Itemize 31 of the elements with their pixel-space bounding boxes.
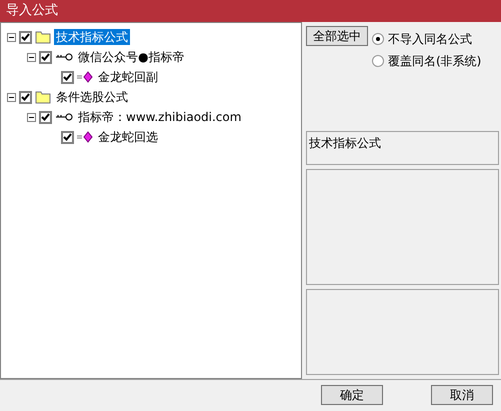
tree-item[interactable]: 金龙蛇回选 [96,129,160,145]
key-icon [55,53,73,61]
collapse-icon[interactable] [27,52,36,62]
checkbox[interactable] [61,130,74,144]
tree-item[interactable]: 条件选股公式 [54,89,130,105]
checkbox[interactable] [39,110,52,124]
option-label[interactable]: 覆盖同名(非系统) [388,52,482,70]
diamond-icon [77,131,93,143]
checkbox[interactable] [61,70,74,84]
info-text: 技术指标公式 [309,136,381,150]
collapse-icon[interactable] [7,92,16,102]
window-title: 导入公式 [0,0,501,22]
tree-item[interactable]: 指标帝：www.zhibiaodi.com [76,109,244,125]
collapse-icon[interactable] [7,32,16,42]
tree-item[interactable]: 技术指标公式 [54,29,130,45]
checkbox[interactable] [19,30,32,44]
radio-button[interactable] [372,33,384,45]
dialog-button[interactable]: 取消 [431,385,493,405]
dialog-button[interactable]: 确定 [321,385,383,405]
diamond-icon [77,71,93,83]
key-icon [55,113,73,121]
collapse-icon[interactable] [27,112,36,122]
folder-icon [35,90,51,104]
radio-button[interactable] [372,55,384,67]
tree-item[interactable]: 金龙蛇回副 [96,69,160,85]
option-label[interactable]: 不导入同名公式 [388,30,472,48]
checkbox[interactable] [19,90,32,104]
checkbox[interactable] [39,50,52,64]
select-all-button[interactable]: 全部选中 [306,26,368,46]
tree-item[interactable]: 微信公众号●指标帝 [76,49,186,65]
folder-icon [35,30,51,44]
